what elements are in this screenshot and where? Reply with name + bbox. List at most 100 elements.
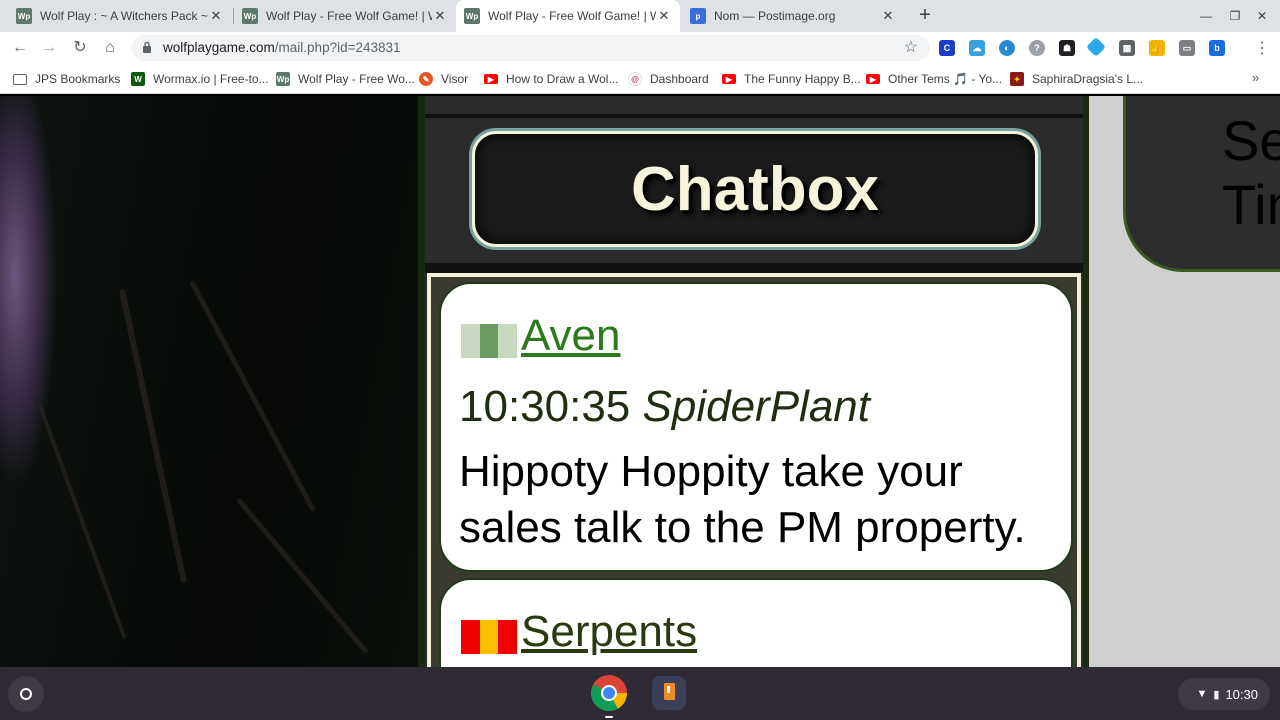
pack-link-serpents[interactable]: Serpents <box>521 610 697 654</box>
extension-grid-icon[interactable]: ▦ <box>1119 40 1135 56</box>
bookmark-jps[interactable]: JPS Bookmarks <box>13 71 120 87</box>
notes-app-icon[interactable] <box>650 674 688 712</box>
season-box: SeasTime <box>1123 96 1280 272</box>
pack-flag <box>461 620 480 654</box>
tab-wolfplay-game-active[interactable]: Wp Wolf Play - Free Wolf Game! | Wo ✕ <box>456 0 680 32</box>
wolfplay-favicon-icon: Wp <box>276 72 290 86</box>
chat-messages-frame: Aven 10:30:35 SpiderPlant Hippoty Hoppit… <box>427 273 1081 667</box>
bookmark-draw-wolf[interactable]: ▶ How to Draw a Wol... <box>484 71 618 87</box>
background-image <box>37 402 127 640</box>
bookmark-label: Other Tems 🎵 - Yo... <box>888 72 1003 86</box>
status-tray[interactable]: ▼ ▮ 10:30 <box>1178 678 1270 710</box>
extension-diamond-icon[interactable] <box>1086 37 1106 57</box>
youtube-icon: ▶ <box>866 74 880 84</box>
message-author: SpiderPlant <box>642 382 870 431</box>
extension-b-icon[interactable]: b <box>1209 40 1225 56</box>
bookmark-star-icon[interactable]: ☆ <box>904 37 918 57</box>
chat-message: Serpents <box>439 578 1073 667</box>
tab-wolfplay-witchers[interactable]: Wp Wolf Play : ~ A Witchers Pack ~ ✕ <box>8 0 232 32</box>
message-time: 10:30:35 <box>459 382 631 431</box>
pack-flag <box>479 324 499 358</box>
bookmark-label: SaphiraDragsia's L... <box>1032 72 1144 86</box>
home-icon[interactable]: ⌂ <box>99 37 121 59</box>
bookmark-wolfplay[interactable]: Wp Wolf Play - Free Wo... <box>276 71 415 87</box>
page-content: Chatbox Aven 10:30:35 SpiderPlant Hippot… <box>0 96 1280 667</box>
url-path: /mail.php?id=243831 <box>274 40 401 55</box>
extension-ghost-icon[interactable]: ☗ <box>1059 40 1075 56</box>
chatbox-title: Chatbox <box>631 154 879 224</box>
minimize-icon[interactable]: — <box>1196 6 1216 26</box>
wolfplay-favicon-icon: Wp <box>242 8 258 24</box>
background-image <box>189 280 316 512</box>
saphira-icon: ✦ <box>1010 72 1024 86</box>
close-icon[interactable]: ✕ <box>880 8 896 24</box>
extension-globe-icon[interactable]: ◐ <box>999 40 1015 56</box>
bookmark-dashboard[interactable]: @ Dashboard <box>628 71 709 87</box>
tab-wolfplay-game-1[interactable]: Wp Wolf Play - Free Wolf Game! | Wo ✕ <box>234 0 456 32</box>
close-icon[interactable]: ✕ <box>208 8 224 24</box>
address-bar[interactable]: wolfplaygame.com/mail.php?id=243831 ☆ <box>132 35 930 61</box>
wormax-icon: W <box>131 72 145 86</box>
bookmark-saphira[interactable]: ✦ SaphiraDragsia's L... <box>1010 71 1143 87</box>
column-border <box>425 114 1083 118</box>
extension-cloud-icon[interactable]: ☁ <box>969 40 985 56</box>
url-text: wolfplaygame.com/mail.php?id=243831 <box>163 40 401 55</box>
pack-flag <box>479 620 499 654</box>
reload-icon[interactable]: ↻ <box>69 37 91 59</box>
bookmark-label: Visor <box>441 72 469 86</box>
os-shelf: ▼ ▮ 10:30 <box>0 667 1280 720</box>
bookmark-funny-happy[interactable]: ▶ The Funny Happy B... <box>722 71 861 87</box>
url-host: wolfplaygame.com <box>163 40 275 55</box>
background-image <box>118 288 188 584</box>
chatbox-header-button[interactable]: Chatbox <box>472 131 1038 247</box>
close-window-icon[interactable]: ✕ <box>1252 6 1272 26</box>
forward-icon[interactable]: → <box>38 37 60 59</box>
new-tab-button[interactable]: + <box>913 4 937 28</box>
pack-flag <box>461 620 518 654</box>
bookmark-visor[interactable]: ✎ Visor <box>419 71 468 87</box>
message-text: Hippoty Hoppity take your sales talk to … <box>459 447 1026 552</box>
pack-flag <box>498 620 518 654</box>
more-menu-icon[interactable]: ⋮ <box>1254 38 1270 58</box>
pack-flag <box>498 324 518 358</box>
bookmark-label: How to Draw a Wol... <box>506 72 619 86</box>
extension-c-icon[interactable]: C <box>939 40 955 56</box>
bookmarks-overflow-button[interactable]: » <box>1252 70 1259 85</box>
chrome-icon[interactable] <box>590 674 628 712</box>
launcher-button[interactable] <box>8 676 44 712</box>
wolfplay-favicon-icon: Wp <box>16 8 32 24</box>
clock: 10:30 <box>1225 686 1258 702</box>
bookmark-other-tems[interactable]: ▶ Other Tems 🎵 - Yo... <box>866 71 1002 87</box>
bookmark-label: Wolf Play - Free Wo... <box>298 72 415 86</box>
battery-icon: ▮ <box>1213 688 1220 701</box>
tab-title: Nom — Postimage.org <box>714 9 836 23</box>
tab-postimage[interactable]: p Nom — Postimage.org ✕ <box>682 0 904 32</box>
extension-cast-icon[interactable]: ▭ <box>1179 40 1195 56</box>
pack-flag <box>461 324 518 358</box>
lock-icon <box>143 41 151 53</box>
pack-flag <box>461 324 480 358</box>
bookmark-wormax[interactable]: W Wormax.io | Free-to... <box>131 71 269 87</box>
pack-link-aven[interactable]: Aven <box>521 314 621 358</box>
extension-help-icon[interactable]: ? <box>1029 40 1045 56</box>
wifi-icon: ▼ <box>1196 688 1208 700</box>
message-meta: 10:30:35 SpiderPlant <box>459 382 870 432</box>
background-image <box>0 96 420 667</box>
visor-icon: ✎ <box>419 72 433 86</box>
tab-title: Wolf Play - Free Wolf Game! | Wo <box>266 9 432 23</box>
bookmark-label: JPS Bookmarks <box>35 72 121 86</box>
season-line: Time <box>1222 173 1280 236</box>
bookmarks-bar: JPS Bookmarks W Wormax.io | Free-to... W… <box>0 64 1280 94</box>
extension-thumb-icon[interactable]: 👍 <box>1149 40 1165 56</box>
postimage-favicon-icon: p <box>690 8 706 24</box>
browser-toolbar: ← → ↻ ⌂ wolfplaygame.com/mail.php?id=243… <box>0 32 1280 64</box>
close-icon[interactable]: ✕ <box>656 8 672 24</box>
season-line: Seas <box>1222 109 1280 172</box>
youtube-icon: ▶ <box>722 74 736 84</box>
back-icon[interactable]: ← <box>9 37 31 59</box>
close-icon[interactable]: ✕ <box>432 8 448 24</box>
restore-icon[interactable]: ❐ <box>1225 6 1245 26</box>
chat-column: Chatbox Aven 10:30:35 SpiderPlant Hippot… <box>425 96 1083 667</box>
folder-icon <box>13 73 27 85</box>
background-image <box>236 497 369 655</box>
